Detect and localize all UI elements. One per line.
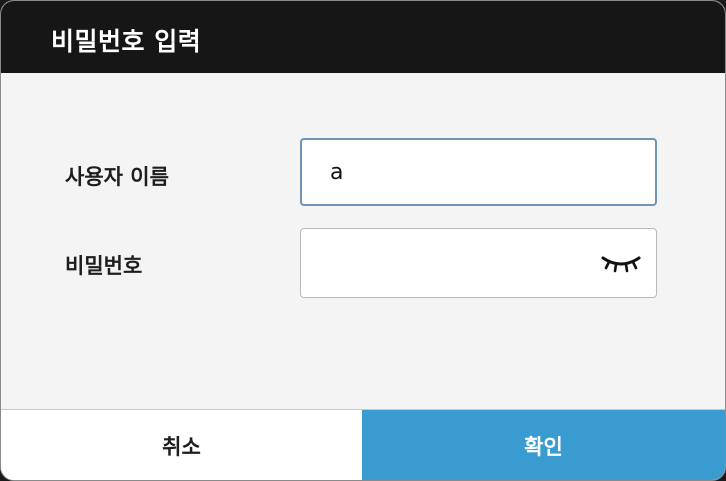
eye-closed-icon[interactable] xyxy=(600,251,642,273)
dialog-body: 사용자 이름 a 비밀번호 xyxy=(1,73,725,409)
ok-button[interactable]: 확인 xyxy=(362,410,725,480)
dialog-title: 비밀번호 입력 xyxy=(51,27,202,56)
cancel-button[interactable]: 취소 xyxy=(1,410,362,480)
password-dialog: 비밀번호 입력 사용자 이름 a 비밀번호 취소 확인 xyxy=(0,0,726,481)
password-label: 비밀번호 xyxy=(65,254,143,278)
password-input[interactable] xyxy=(300,228,657,298)
username-label: 사용자 이름 xyxy=(65,165,169,189)
username-value: a xyxy=(330,160,344,185)
username-input[interactable]: a xyxy=(300,138,657,206)
dialog-titlebar: 비밀번호 입력 xyxy=(1,1,725,73)
dialog-footer: 취소 확인 xyxy=(1,409,725,480)
